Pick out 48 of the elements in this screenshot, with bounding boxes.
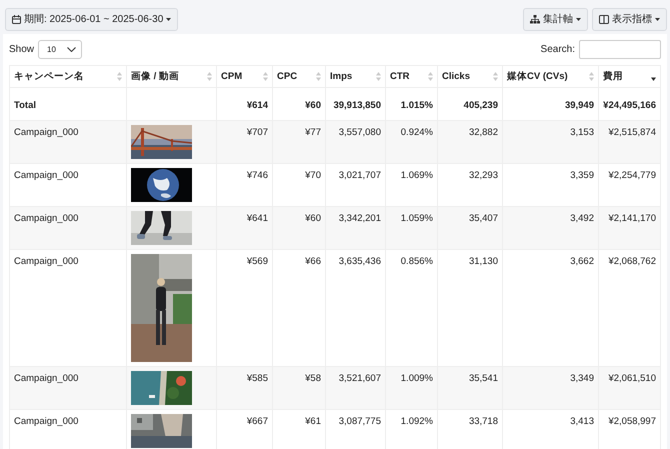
period-button[interactable]: 期間: 2025-06-01 ~ 2025-06-30 — [5, 8, 178, 30]
column-header[interactable]: キャンペーン名 — [10, 66, 126, 88]
table-cell: 3,349 — [502, 366, 598, 410]
table-cell: Campaign_000 — [10, 410, 126, 449]
table-cell: ¥77 — [272, 120, 326, 164]
table-cell: ¥641 — [216, 206, 272, 250]
table-cell: 1.059% — [386, 206, 438, 250]
column-header[interactable]: 費用 — [598, 66, 660, 88]
columns-icon — [599, 14, 609, 24]
column-header[interactable]: Imps — [326, 66, 386, 88]
table-cell: Campaign_000 — [10, 366, 126, 410]
table-cell: Campaign_000 — [10, 206, 126, 250]
chevron-icon — [67, 46, 76, 52]
table-cell: 3,342,201 — [326, 206, 386, 250]
table-cell: ¥2,061,510 — [598, 366, 660, 410]
show-label: Show — [9, 44, 34, 54]
table-cell: ¥60 — [272, 206, 326, 250]
table-cell: 3,153 — [502, 120, 598, 164]
column-header[interactable]: 画像 / 動画 — [126, 66, 216, 88]
table-cell: 1.009% — [386, 366, 438, 410]
table-cell: Campaign_000 — [10, 120, 126, 164]
caret-icon — [576, 18, 581, 20]
table-cell: ¥2,141,170 — [598, 206, 660, 250]
table-cell: ¥585 — [216, 366, 272, 410]
table-cell: 3,521,607 — [326, 366, 386, 410]
column-header[interactable]: CPC — [272, 66, 326, 88]
column-header[interactable]: 媒体CV (CVs) — [502, 66, 598, 88]
page-length-select[interactable]: 10 — [38, 40, 82, 58]
search-label: Search: — [540, 44, 575, 54]
table-cell: ¥58 — [272, 366, 326, 410]
table-cell: ¥2,515,874 — [598, 120, 660, 164]
column-header[interactable]: CTR — [386, 66, 438, 88]
search-field[interactable] — [579, 40, 661, 58]
caret-icon — [166, 18, 172, 20]
dropdown-button[interactable]: 集計軸 — [523, 8, 588, 30]
hierarchy-icon — [530, 14, 540, 24]
table-cell: 35,541 — [438, 366, 502, 410]
table-cell: 3,492 — [502, 206, 598, 250]
table-cell: 0.924% — [386, 120, 438, 164]
dropdown-button[interactable]: 表示指標 — [592, 8, 667, 30]
calendar-icon — [12, 14, 21, 24]
caret-icon — [655, 18, 660, 20]
column-header[interactable]: CPM — [216, 66, 272, 88]
table-cell: 3,557,080 — [326, 120, 386, 164]
column-header[interactable]: Clicks — [438, 66, 502, 88]
table-cell: 35,407 — [438, 206, 502, 250]
table-cell: 32,882 — [438, 120, 502, 164]
table-cell: ¥707 — [216, 120, 272, 164]
